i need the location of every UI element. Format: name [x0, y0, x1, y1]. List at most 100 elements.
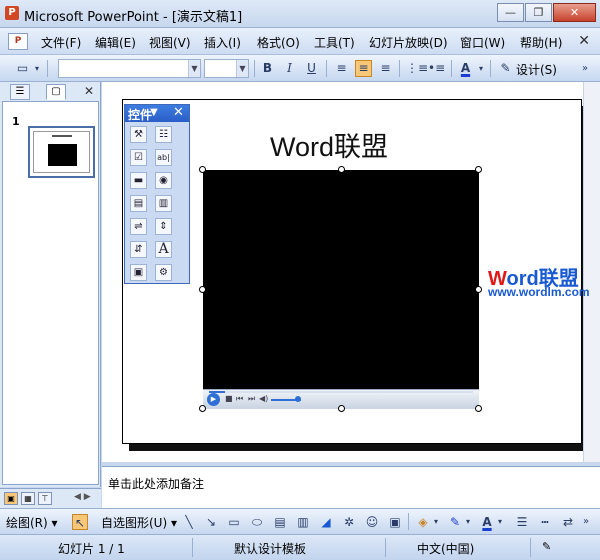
command-button-icon[interactable]: ▬ — [130, 172, 147, 189]
scrollbar-icon[interactable]: ⇵ — [130, 241, 147, 258]
design-mode-icon[interactable]: ⚒ — [130, 126, 147, 143]
align-center-icon[interactable]: ≡ — [355, 60, 372, 77]
resize-handle[interactable] — [199, 405, 206, 412]
dash-style-icon[interactable]: ┅ — [537, 514, 553, 530]
slide-sorter-view-icon[interactable]: ▦ — [21, 492, 35, 505]
clipart-icon[interactable]: ☺ — [364, 514, 380, 530]
new-dropdown-icon[interactable]: ▾ — [32, 60, 42, 77]
arrow-style-icon[interactable]: ⇄ — [560, 514, 576, 530]
diagram-icon[interactable]: ✲ — [341, 514, 357, 530]
menu-view[interactable]: 视图(V) — [149, 34, 191, 51]
vertical-scrollbar[interactable] — [583, 82, 600, 462]
notes-pane[interactable]: 单击此处添加备注 — [102, 466, 600, 508]
spin-button-icon[interactable]: ⇕ — [155, 218, 172, 235]
font-color-dropdown-icon[interactable]: ▾ — [476, 60, 486, 77]
restore-button[interactable]: ❐ — [525, 3, 552, 22]
font-size-dropdown-icon[interactable]: ▼ — [236, 60, 248, 77]
resize-handle[interactable] — [338, 166, 345, 173]
resize-handle[interactable] — [475, 166, 482, 173]
minimize-button[interactable]: — — [497, 3, 524, 22]
label-icon[interactable]: A — [155, 241, 172, 258]
new-document-icon[interactable]: ▭ — [14, 60, 31, 77]
underline-button[interactable]: U — [303, 60, 320, 77]
resize-handle[interactable] — [475, 286, 482, 293]
resize-handle[interactable] — [475, 405, 482, 412]
line-style-icon[interactable]: ☰ — [514, 514, 530, 530]
document-icon[interactable]: P — [8, 33, 28, 50]
fill-color-icon[interactable]: ◈ — [415, 514, 431, 530]
menu-help[interactable]: 帮助(H) — [520, 34, 562, 51]
horizontal-scroll-arrows-icon[interactable]: ◀ ▶ — [74, 492, 91, 502]
listbox-icon[interactable]: ▤ — [130, 195, 147, 212]
font-color-tool-icon[interactable]: A — [479, 514, 495, 530]
menu-edit[interactable]: 编辑(E) — [95, 34, 136, 51]
stop-icon[interactable]: ■ — [225, 394, 233, 403]
properties-icon[interactable]: ☷ — [155, 126, 172, 143]
play-icon[interactable]: ▶ — [207, 393, 220, 406]
line-color-dropdown-icon[interactable]: ▾ — [463, 514, 473, 530]
oval-icon[interactable]: ⬭ — [249, 514, 265, 530]
font-size-select[interactable]: ▼ — [204, 59, 249, 78]
video-progress-track[interactable] — [209, 391, 473, 393]
font-color-tool-dropdown-icon[interactable]: ▾ — [495, 514, 505, 530]
rectangle-icon[interactable]: ▭ — [226, 514, 242, 530]
align-left-icon[interactable]: ≡ — [333, 60, 350, 77]
textbox-tool-icon[interactable]: ▤ — [272, 514, 288, 530]
line-color-icon[interactable]: ✎ — [447, 514, 463, 530]
slide-thumbnail[interactable] — [28, 126, 95, 178]
tab-outline-icon[interactable]: ☰ — [10, 84, 30, 100]
checkbox-icon[interactable]: ☑ — [130, 149, 147, 166]
drawing-toolbar-options-icon[interactable]: » — [580, 514, 592, 530]
volume-slider-knob[interactable] — [295, 396, 301, 402]
numbered-list-icon[interactable]: ⋮≡ — [406, 60, 428, 77]
panel-close-icon[interactable]: ✕ — [84, 84, 94, 98]
previous-icon[interactable]: ⏮ — [236, 394, 243, 404]
fill-color-dropdown-icon[interactable]: ▾ — [431, 514, 441, 530]
menu-insert[interactable]: 插入(I) — [204, 34, 241, 51]
bulleted-list-icon[interactable]: •≡ — [428, 60, 445, 77]
design-button[interactable]: 设计(S) — [516, 61, 557, 78]
option-button-icon[interactable]: ◉ — [155, 172, 172, 189]
toggle-button-icon[interactable]: ⇌ — [130, 218, 147, 235]
textbox-icon[interactable]: ab| — [155, 149, 172, 166]
video-player[interactable]: ▶ ■ ⏮ ⏭ ◀) — [203, 170, 479, 409]
toolbox-dropdown-icon[interactable]: ▼ — [150, 107, 158, 118]
menu-tools[interactable]: 工具(T) — [314, 34, 355, 51]
close-button[interactable]: ✕ — [553, 3, 596, 22]
next-icon[interactable]: ⏭ — [248, 394, 255, 404]
font-name-select[interactable]: ▼ — [58, 59, 201, 78]
menu-file[interactable]: 文件(F) — [41, 34, 81, 51]
document-close-icon[interactable]: ✕ — [578, 33, 590, 49]
picture-icon[interactable]: ▣ — [387, 514, 403, 530]
font-color-button[interactable]: A — [457, 60, 474, 77]
autoshapes-button[interactable]: 自选图形(U) ▾ — [101, 514, 177, 531]
draw-menu-button[interactable]: 绘图(R) ▾ — [6, 514, 58, 531]
normal-view-icon[interactable]: ▣ — [4, 492, 18, 505]
vertical-textbox-icon[interactable]: ▥ — [295, 514, 311, 530]
toolbar-options-icon[interactable]: » — [578, 60, 592, 77]
design-icon[interactable]: ✎ — [497, 60, 514, 77]
spelling-status-icon[interactable]: ✎ — [542, 540, 551, 553]
arrow-icon[interactable]: ↘ — [203, 514, 219, 530]
align-right-icon[interactable]: ≡ — [377, 60, 394, 77]
select-objects-icon[interactable]: ↖ — [72, 514, 88, 530]
control-toolbox-titlebar[interactable]: 控件 ▼ ✕ — [125, 105, 189, 122]
line-icon[interactable]: ╲ — [181, 514, 197, 530]
menu-slideshow[interactable]: 幻灯片放映(D) — [369, 34, 448, 51]
powerpoint-app-icon[interactable]: P — [5, 6, 19, 20]
resize-handle[interactable] — [199, 286, 206, 293]
slideshow-view-icon[interactable]: ⊤ — [38, 492, 52, 505]
slide-title[interactable]: Word联盟 — [270, 125, 388, 164]
tab-slides-icon[interactable]: ▢ — [46, 84, 66, 100]
combobox-icon[interactable]: ▥ — [155, 195, 172, 212]
volume-icon[interactable]: ◀) — [259, 394, 268, 403]
more-controls-icon[interactable]: ⚙ — [155, 264, 172, 281]
font-name-dropdown-icon[interactable]: ▼ — [188, 60, 200, 77]
menu-format[interactable]: 格式(O) — [257, 34, 300, 51]
bold-button[interactable]: B — [259, 60, 276, 77]
italic-button[interactable]: I — [281, 60, 298, 77]
wordart-icon[interactable]: ◢ — [318, 514, 334, 530]
menu-window[interactable]: 窗口(W) — [460, 34, 505, 51]
image-icon[interactable]: ▣ — [130, 264, 147, 281]
resize-handle[interactable] — [199, 166, 206, 173]
